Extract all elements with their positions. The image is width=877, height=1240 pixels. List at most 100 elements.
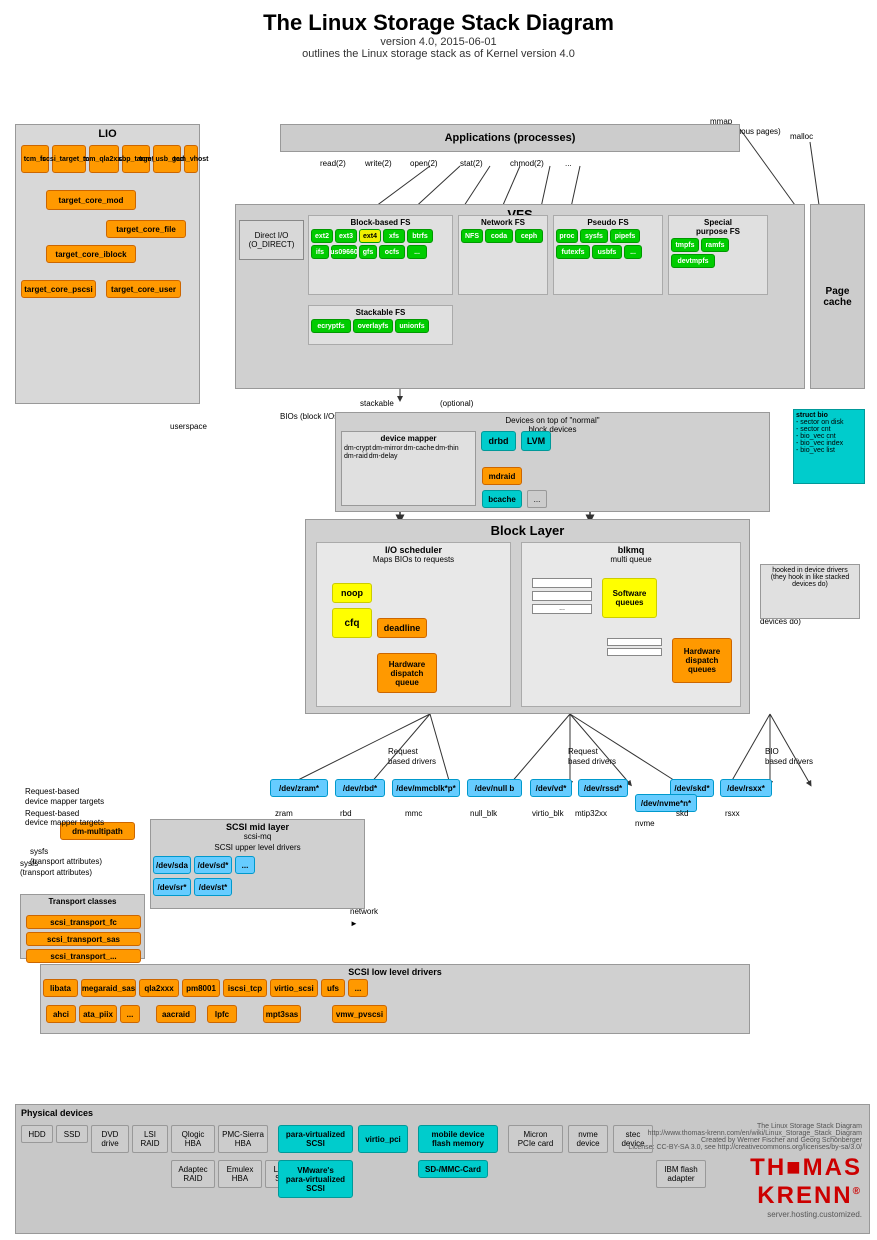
ramfs-box: ramfs [701,238,729,252]
mdraid-box: mdraid [482,467,522,485]
mobile-device-box: mobile deviceflash memory [418,1125,498,1153]
pmc-sierra-box: PMC-SierraHBA [218,1125,268,1153]
svg-text:sysfs: sysfs [30,847,48,856]
device-mapper-inner: device mapper dm-crypt dm-mirror dm-cach… [341,431,476,506]
btrfs-box: btrfs [407,229,433,243]
tcm-qla-box: tcm_qla2xxx [89,145,119,173]
dev-sr-box: /dev/sr* [153,878,191,896]
dm-thin-label: dm-thin [435,445,458,452]
nvme-label: nvme [635,819,655,828]
dm-crypt-label: dm-crypt [344,445,371,452]
software-queues-box: Softwarequeues [602,578,657,618]
qlogic-box: QlogicHBA [171,1125,215,1153]
stackable-label: stackable [360,399,394,408]
target-core-iblock-box: target_core_iblock [46,245,136,263]
svg-text:userspace: userspace [170,422,207,431]
us09660-box: us09660 [331,245,357,259]
dev-st-box: /dev/st* [194,878,232,896]
dev-rsxx-box: /dev/rsxx* [720,779,772,797]
skd-label: skd [676,809,688,818]
stat-label: stat(2) [460,159,483,168]
ext2-box: ext2 [311,229,333,243]
noop-box: noop [332,583,372,603]
deadline-box: deadline [377,618,427,638]
svg-text:BIOs (block I/Os): BIOs (block I/Os) [280,412,341,421]
svg-text:device mapper targets: device mapper targets [25,797,104,806]
micron-pcie-box: MicronPCIe card [508,1125,563,1153]
page-cache-box: Pagecache [810,204,865,389]
aacraid-box: aacraid [156,1005,196,1023]
block-fs-label: Block-based FS [309,218,452,227]
block-fs-boxes: ext2 ext3 ext4 xfs btrfs ifs us09660 gfs… [309,227,452,261]
maps-bios-label: Maps BIOs to requests [317,555,510,564]
hw-dispatch-queues-box: Hardwaredispatchqueues [672,638,732,683]
vmware-para-box: VMware'spara-virtualizedSCSI [278,1160,353,1198]
target-core-mod-box: target_core_mod [46,190,136,210]
svg-text:based drivers: based drivers [765,757,813,766]
ahci-box: ahci [46,1005,76,1023]
qla2xxx-box: qla2xxx [139,979,179,997]
struct-bio-box: struct bio - sector on disk - sector cnt… [793,409,865,484]
mpt3sas-box: mpt3sas [263,1005,301,1023]
sysfs-box: sysfs [580,229,608,243]
dev-zram-box: /dev/zram* [270,779,328,797]
dm-raid-label: dm-raid [344,453,368,460]
adaptec-raid-box: AdaptecRAID [171,1160,215,1188]
dots-pseudo-box: ... [624,245,642,259]
target-core-file-box: target_core_file [106,220,186,238]
io-scheduler-container: I/O scheduler Maps BIOs to requests noop… [316,542,511,707]
dm-cache-label: dm-cache [404,445,435,452]
drbd-box: drbd [481,431,516,451]
device-mapper-boxes: dm-crypt dm-mirror dm-cache dm-thin dm-r… [342,443,475,462]
svg-text:based drivers: based drivers [568,757,616,766]
dev-null-box: /dev/null b [467,779,522,797]
logo-krenn: KRENN® [757,1182,862,1209]
svg-text:Request-based: Request-based [25,787,79,796]
scsi-dev-boxes: /dev/sda /dev/sd* ... [151,854,364,876]
dots-dm-box: ... [527,490,547,508]
ssd-box: SSD [56,1125,88,1143]
dots-low2-box: ... [120,1005,140,1023]
iscsi-tcp-box: iscsi_tcp [223,979,267,997]
rbd-label: rbd [340,809,352,818]
para-virt-scsi-box: para-virtualizedSCSI [278,1125,353,1153]
multi-queue-label: multi queue [522,555,740,564]
scsi-dev-boxes2: /dev/sr* /dev/st* [151,876,364,898]
footer-tagline: server.hosting.customized. [628,1210,862,1219]
description-text: outlines the Linux storage stack as of K… [10,48,867,60]
virtio-pci-box: virtio_pci [358,1125,408,1153]
virtio-scsi-box: virtio_scsi [270,979,318,997]
mmc-label: mmc [405,809,422,818]
block-layer-container: Block Layer I/O scheduler Maps BIOs to r… [305,519,750,714]
network-fs-label: Network FS [459,218,547,227]
device-mapper-container: Devices on top of "normal"block devices … [335,412,770,512]
nvme-device-box: nvmedevice [568,1125,608,1153]
futexfs-box: futexfs [556,245,590,259]
pseudo-fs-boxes: proc sysfs pipefs futexfs usbfs ... [554,227,662,261]
device-mapper-label: device mapper [342,434,475,443]
sysfs-label: sysfs(transport attributes) [20,859,92,877]
svg-text:Request: Request [388,747,419,756]
ata-piix-box: ata_piix [79,1005,117,1023]
lvm-box: LVM [521,431,551,451]
ufs-low-box: ufs [321,979,345,997]
optional-label: (optional) [440,399,473,408]
target-core-user-box: target_core_user [106,280,181,298]
network-fs-boxes: NFS coda ceph [459,227,547,245]
direct-io-box: Direct I/O(O_DIRECT) [239,220,304,260]
hw-dispatch-queue-box: Hardwaredispatchqueue [377,653,437,693]
ceph-box: ceph [515,229,543,243]
lsi-raid-box: LSIRAID [132,1125,168,1153]
dev-dots-box: ... [235,856,255,874]
lpfc-box: lpfc [207,1005,237,1023]
stackable-fs-boxes: ecryptfs overlayfs unionfs [309,317,452,335]
dm-mirror-label: dm-mirror [372,445,402,452]
svg-text:BIO: BIO [765,747,779,756]
dev-sda-box: /dev/sda [153,856,191,874]
applications-label: Applications (processes) [445,132,576,144]
scsi-transport-fc-box: scsi_transport_fc [26,915,141,929]
dev-vd-box: /dev/vd* [530,779,572,797]
scsi-transport-sas-box: scsi_transport_sas [26,932,141,946]
svg-text:based drivers: based drivers [388,757,436,766]
pipefs-box: pipefs [610,229,640,243]
